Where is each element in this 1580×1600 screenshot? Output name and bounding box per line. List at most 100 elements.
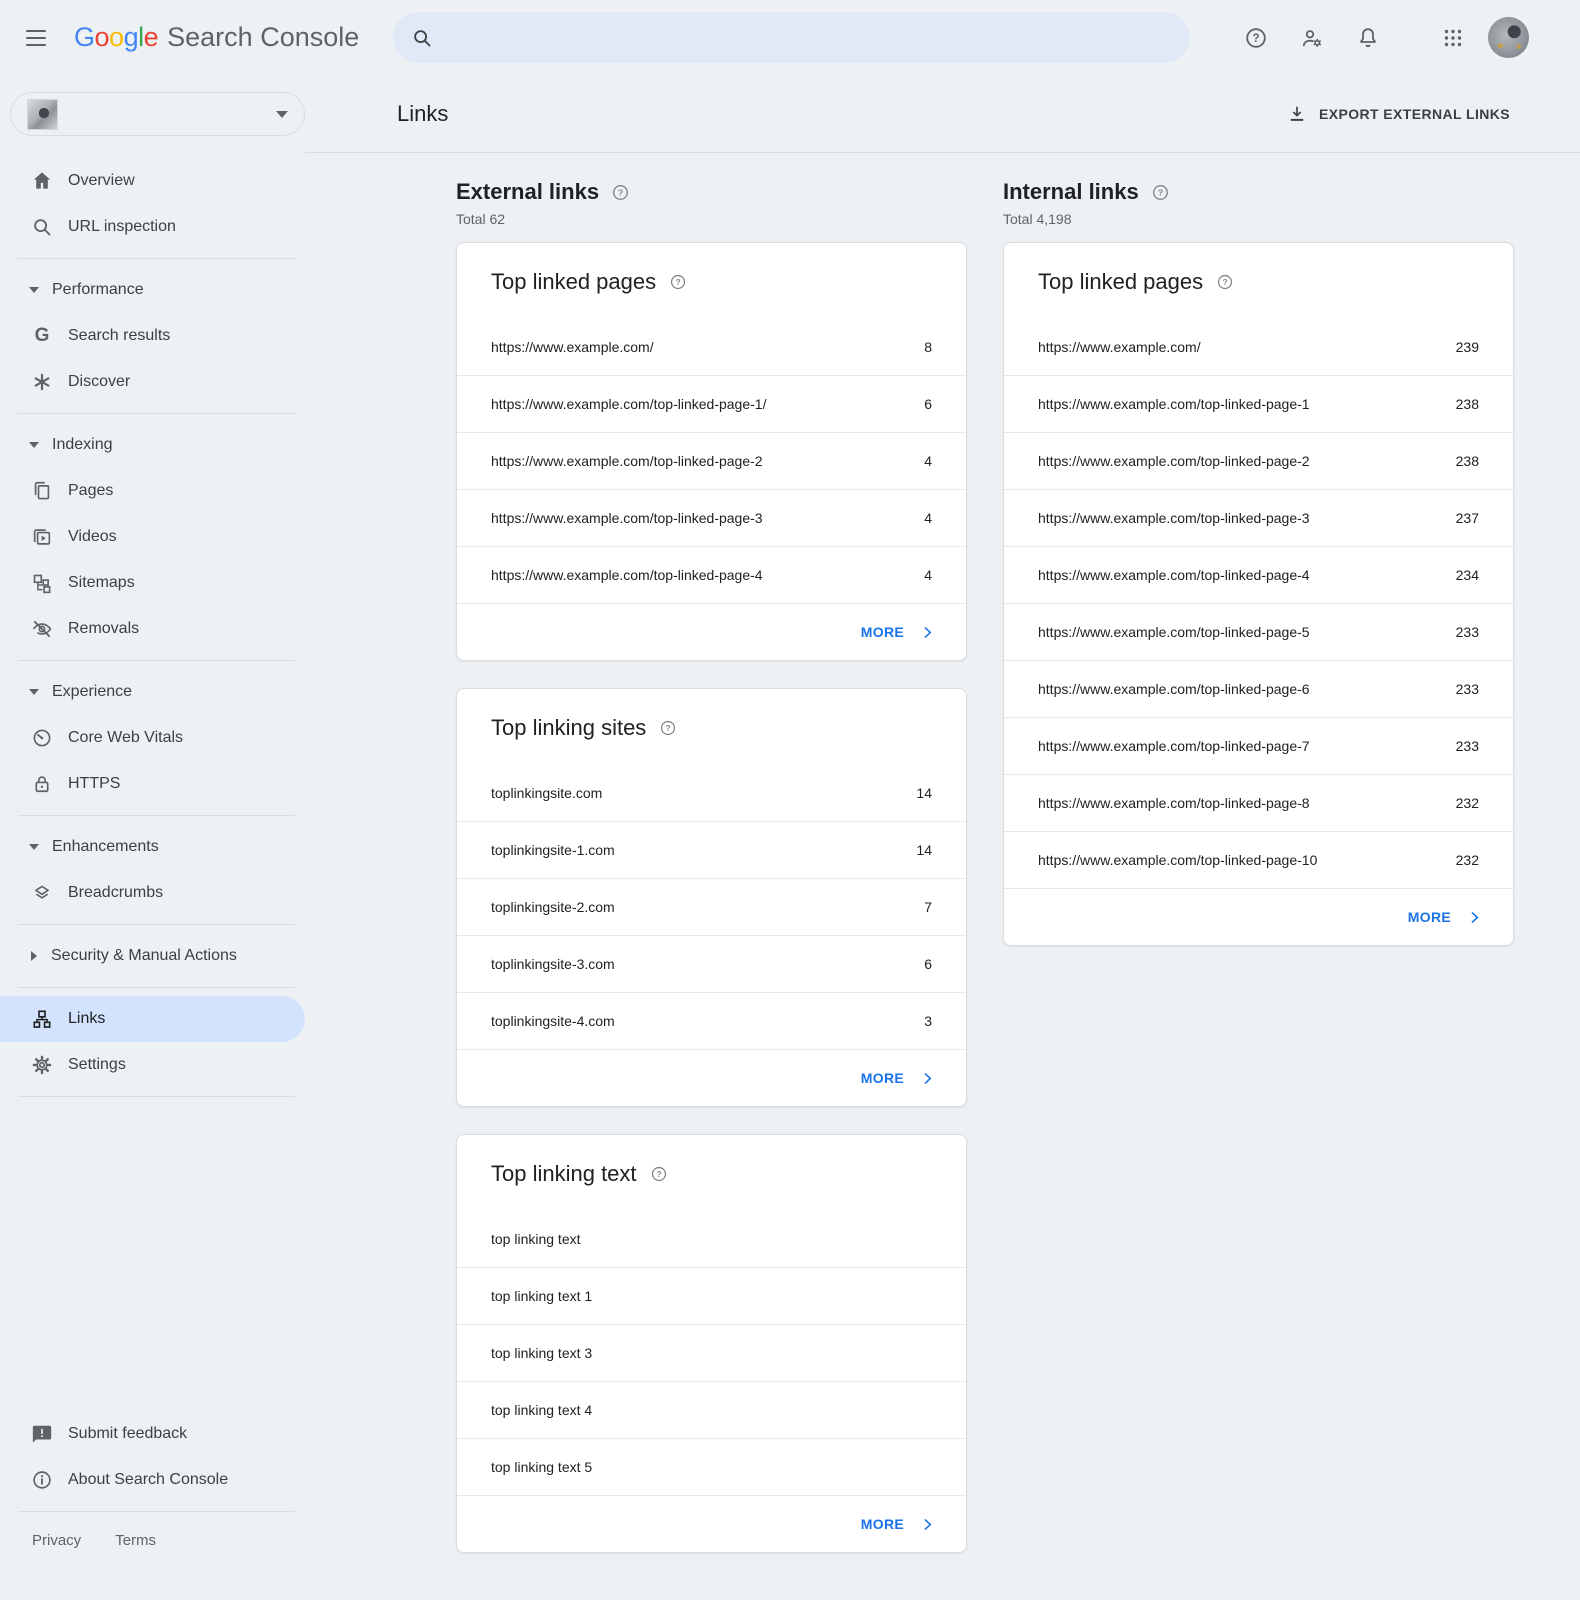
sidebar-section-indexing[interactable]: Indexing: [0, 422, 305, 468]
linking-text[interactable]: top linking text: [491, 1231, 932, 1247]
sidebar-item-url-inspection[interactable]: URL inspection: [0, 204, 305, 250]
table-row[interactable]: toplinkingsite.com14: [457, 765, 966, 822]
table-row[interactable]: toplinkingsite-2.com7: [457, 879, 966, 936]
table-row[interactable]: https://www.example.com/top-linked-page-…: [457, 490, 966, 547]
linked-page-url[interactable]: https://www.example.com/top-linked-page-…: [1038, 852, 1456, 868]
table-row[interactable]: https://www.example.com/top-linked-page-…: [1004, 547, 1513, 604]
table-row[interactable]: https://www.example.com/top-linked-page-…: [457, 433, 966, 490]
sidebar-section-experience[interactable]: Experience: [0, 669, 305, 715]
notifications-icon[interactable]: [1356, 26, 1380, 50]
table-row[interactable]: toplinkingsite-1.com14: [457, 822, 966, 879]
table-row[interactable]: https://www.example.com/top-linked-page-…: [1004, 661, 1513, 718]
linked-page-url[interactable]: https://www.example.com/: [1038, 339, 1456, 355]
linked-page-url[interactable]: https://www.example.com/top-linked-page-…: [491, 510, 924, 526]
table-row[interactable]: top linking text 3: [457, 1325, 966, 1382]
help-icon[interactable]: ?: [1151, 183, 1170, 202]
sidebar-item-breadcrumbs[interactable]: Breadcrumbs: [0, 870, 305, 916]
sidebar-item-sitemaps[interactable]: Sitemaps: [0, 560, 305, 606]
search-bar[interactable]: [393, 12, 1190, 63]
linked-page-url[interactable]: https://www.example.com/: [491, 339, 924, 355]
apps-grid-icon[interactable]: [1441, 26, 1465, 50]
avatar[interactable]: [1488, 17, 1529, 58]
sidebar-item-core-web-vitals[interactable]: Core Web Vitals: [0, 715, 305, 761]
table-row[interactable]: https://www.example.com/top-linked-page-…: [457, 547, 966, 604]
more-button[interactable]: MORE: [457, 1496, 966, 1552]
table-row[interactable]: toplinkingsite-3.com6: [457, 936, 966, 993]
table-row[interactable]: https://www.example.com/top-linked-page-…: [1004, 490, 1513, 547]
table-row[interactable]: https://www.example.com/top-linked-page-…: [1004, 718, 1513, 775]
privacy-link[interactable]: Privacy: [32, 1532, 81, 1549]
table-row[interactable]: top linking text 5: [457, 1439, 966, 1496]
linked-page-url[interactable]: https://www.example.com/top-linked-page-…: [491, 396, 924, 412]
help-icon[interactable]: ?: [1216, 273, 1234, 291]
info-icon: [30, 1468, 54, 1492]
table-row[interactable]: top linking text: [457, 1211, 966, 1268]
page-title: Links: [397, 101, 448, 127]
help-icon[interactable]: ?: [659, 719, 677, 737]
search-input[interactable]: [445, 28, 1190, 48]
sidebar-item-label: Overview: [68, 172, 135, 190]
chevron-right-icon: [919, 1516, 936, 1533]
linking-site[interactable]: toplinkingsite-2.com: [491, 899, 924, 915]
sidebar-item-videos[interactable]: Videos: [0, 514, 305, 560]
linking-text[interactable]: top linking text 1: [491, 1288, 932, 1304]
linked-page-url[interactable]: https://www.example.com/top-linked-page-…: [491, 453, 924, 469]
table-row[interactable]: top linking text 1: [457, 1268, 966, 1325]
table-row[interactable]: https://www.example.com/top-linked-page-…: [1004, 775, 1513, 832]
linked-page-url[interactable]: https://www.example.com/top-linked-page-…: [491, 567, 924, 583]
linking-text[interactable]: top linking text 3: [491, 1345, 932, 1361]
sidebar-section-security[interactable]: Security & Manual Actions: [0, 933, 305, 979]
linked-page-url[interactable]: https://www.example.com/top-linked-page-…: [1038, 567, 1456, 583]
linked-page-url[interactable]: https://www.example.com/top-linked-page-…: [1038, 795, 1456, 811]
table-row[interactable]: https://www.example.com/top-linked-page-…: [457, 376, 966, 433]
sidebar-item-about[interactable]: About Search Console: [0, 1457, 305, 1503]
sidebar-section-performance[interactable]: Performance: [0, 267, 305, 313]
sidebar-item-pages[interactable]: Pages: [0, 468, 305, 514]
table-row[interactable]: https://www.example.com/top-linked-page-…: [1004, 433, 1513, 490]
linked-page-url[interactable]: https://www.example.com/top-linked-page-…: [1038, 396, 1456, 412]
table-row[interactable]: https://www.example.com/top-linked-page-…: [1004, 832, 1513, 889]
linked-page-url[interactable]: https://www.example.com/top-linked-page-…: [1038, 738, 1456, 754]
more-button[interactable]: MORE: [457, 1050, 966, 1106]
chevron-right-icon: [919, 624, 936, 641]
property-selector[interactable]: [10, 92, 305, 136]
sidebar-item-search-results[interactable]: G Search results: [0, 313, 305, 359]
linking-site[interactable]: toplinkingsite-1.com: [491, 842, 916, 858]
help-icon[interactable]: ?: [650, 1165, 668, 1183]
table-row[interactable]: https://www.example.com/top-linked-page-…: [1004, 604, 1513, 661]
sidebar-item-removals[interactable]: Removals: [0, 606, 305, 652]
help-icon[interactable]: ?: [1244, 26, 1268, 50]
sidebar-item-submit-feedback[interactable]: Submit feedback: [0, 1411, 305, 1457]
linking-site[interactable]: toplinkingsite-4.com: [491, 1013, 924, 1029]
terms-link[interactable]: Terms: [115, 1532, 156, 1549]
linking-site[interactable]: toplinkingsite.com: [491, 785, 916, 801]
videos-icon: [30, 525, 54, 549]
linked-page-url[interactable]: https://www.example.com/top-linked-page-…: [1038, 510, 1456, 526]
help-icon[interactable]: ?: [611, 183, 630, 202]
more-button[interactable]: MORE: [457, 604, 966, 660]
sidebar-item-links[interactable]: Links: [0, 996, 305, 1042]
sidebar-item-https[interactable]: HTTPS: [0, 761, 305, 807]
sidebar-item-discover[interactable]: Discover: [0, 359, 305, 405]
linked-page-url[interactable]: https://www.example.com/top-linked-page-…: [1038, 624, 1456, 640]
table-row[interactable]: https://www.example.com/239: [1004, 319, 1513, 376]
sidebar-item-settings[interactable]: Settings: [0, 1042, 305, 1088]
app-logo[interactable]: GoogleSearch Console: [74, 22, 359, 53]
linking-site[interactable]: toplinkingsite-3.com: [491, 956, 924, 972]
table-row[interactable]: top linking text 4: [457, 1382, 966, 1439]
linked-page-url[interactable]: https://www.example.com/top-linked-page-…: [1038, 681, 1456, 697]
user-settings-icon[interactable]: [1300, 26, 1324, 50]
sidebar-item-overview[interactable]: Overview: [0, 158, 305, 204]
table-row[interactable]: https://www.example.com/8: [457, 319, 966, 376]
linking-text[interactable]: top linking text 4: [491, 1402, 932, 1418]
sidebar-section-enhancements[interactable]: Enhancements: [0, 824, 305, 870]
table-row[interactable]: toplinkingsite-4.com3: [457, 993, 966, 1050]
linking-text[interactable]: top linking text 5: [491, 1459, 932, 1475]
help-icon[interactable]: ?: [669, 273, 687, 291]
linked-page-url[interactable]: https://www.example.com/top-linked-page-…: [1038, 453, 1456, 469]
table-row[interactable]: https://www.example.com/top-linked-page-…: [1004, 376, 1513, 433]
menu-icon[interactable]: [26, 26, 50, 50]
more-button[interactable]: MORE: [1004, 889, 1513, 945]
export-external-links-button[interactable]: EXPORT EXTERNAL LINKS: [1287, 104, 1510, 124]
divider: [18, 815, 295, 816]
